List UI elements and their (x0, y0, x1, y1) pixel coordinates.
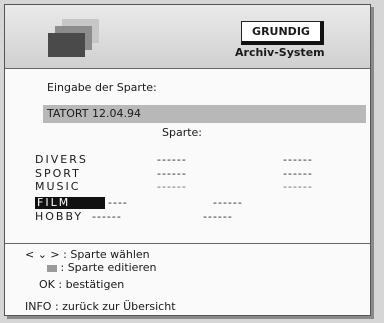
slot-placeholder: ------ (157, 167, 187, 180)
slot-placeholder: ------ (213, 196, 243, 209)
help-info: INFO : zurück zur Übersicht (25, 300, 176, 313)
system-title: Archiv-System (235, 46, 325, 59)
category-label: HOBBY (35, 210, 84, 223)
grundig-logo: GRUNDIG (241, 21, 324, 45)
slot-placeholder: ------ (157, 180, 187, 193)
slot-placeholder: ---- (108, 196, 128, 209)
slot-placeholder: ------ (283, 180, 313, 193)
help-edit: : Sparte editieren (47, 261, 156, 274)
category-label: SPORT (35, 167, 81, 180)
category-label: MUSIC (35, 180, 81, 193)
category-label: DIVERS (35, 153, 88, 166)
section-divider (5, 243, 370, 244)
slot-placeholder: ------ (283, 153, 313, 166)
category-music[interactable]: MUSIC (35, 181, 80, 193)
help-select: < ⌄ > : Sparte wählen (25, 248, 150, 261)
slot-placeholder: ------ (157, 153, 187, 166)
slot-placeholder: ------ (283, 167, 313, 180)
edit-key-icon (47, 264, 57, 272)
category-input[interactable]: TATORT 12.04.94 (43, 105, 366, 123)
stacked-tiles-icon (48, 33, 85, 57)
category-sport[interactable]: SPORT (35, 168, 81, 180)
sparte-label: Sparte: (162, 126, 203, 139)
slot-placeholder: ------ (203, 210, 233, 223)
slot-placeholder: ------ (92, 210, 122, 223)
category-divers[interactable]: DIVERS (35, 154, 88, 166)
input-prompt: Eingabe der Sparte: (47, 81, 157, 94)
help-edit-text: : Sparte editieren (60, 261, 157, 274)
category-film-selected[interactable]: FILM (35, 197, 105, 209)
category-hobby[interactable]: HOBBY (35, 211, 83, 223)
archiv-screen: GRUNDIG Archiv-System Eingabe der Sparte… (4, 4, 371, 316)
help-confirm: OK : bestätigen (39, 278, 125, 291)
header-bar: GRUNDIG Archiv-System (5, 5, 370, 69)
